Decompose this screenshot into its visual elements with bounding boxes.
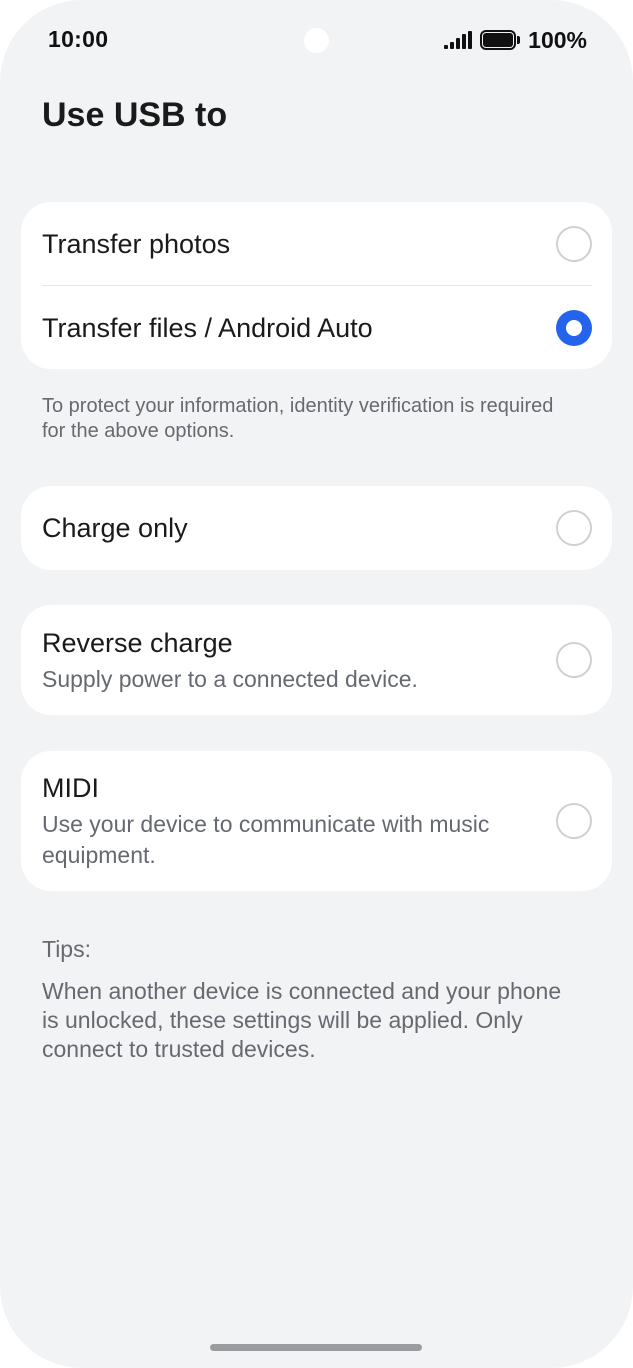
- radio-reverse-charge[interactable]: [556, 642, 592, 678]
- option-transfer-files[interactable]: Transfer files / Android Auto: [21, 286, 612, 369]
- verification-note: To protect your information, identity ve…: [42, 395, 554, 442]
- option-description: Supply power to a connected device.: [42, 665, 418, 692]
- radio-transfer-photos[interactable]: [556, 226, 592, 262]
- status-icons: 100%: [444, 26, 587, 54]
- status-bar: 10:00 100%: [0, 0, 633, 80]
- front-camera: [304, 28, 329, 53]
- tips-label: Tips:: [42, 936, 91, 962]
- status-time: 10:00: [48, 26, 109, 52]
- radio-charge-only[interactable]: [556, 510, 592, 546]
- signal-icon: [444, 31, 473, 49]
- midi-card: MIDI Use your device to communicate with…: [21, 751, 612, 891]
- option-reverse-charge[interactable]: Reverse charge Supply power to a connect…: [21, 605, 612, 715]
- option-label: Reverse charge: [42, 627, 233, 658]
- home-indicator[interactable]: [210, 1344, 422, 1351]
- page-title: Use USB to: [42, 96, 228, 134]
- option-charge-only[interactable]: Charge only: [21, 486, 612, 570]
- option-label: Charge only: [42, 513, 188, 543]
- battery-percentage: 100%: [528, 26, 587, 53]
- option-transfer-photos[interactable]: Transfer photos: [21, 202, 612, 286]
- radio-midi[interactable]: [556, 803, 592, 839]
- option-label: Transfer photos: [42, 229, 231, 259]
- battery-icon: [480, 30, 521, 50]
- tips-text: When another device is connected and you…: [42, 978, 562, 1062]
- radio-transfer-files[interactable]: [556, 309, 592, 346]
- phone-screen: 10:00 100% Use USB to Transfer photos Tr…: [0, 0, 633, 1368]
- reverse-charge-card: Reverse charge Supply power to a connect…: [21, 605, 612, 715]
- option-midi[interactable]: MIDI Use your device to communicate with…: [21, 751, 612, 891]
- transfer-options-card: Transfer photos Transfer files / Android…: [21, 202, 612, 369]
- charge-only-card: Charge only: [21, 486, 612, 570]
- option-description: Use your device to communicate with musi…: [42, 811, 490, 868]
- option-label: Transfer files / Android Auto: [42, 312, 373, 343]
- option-label: MIDI: [42, 773, 99, 803]
